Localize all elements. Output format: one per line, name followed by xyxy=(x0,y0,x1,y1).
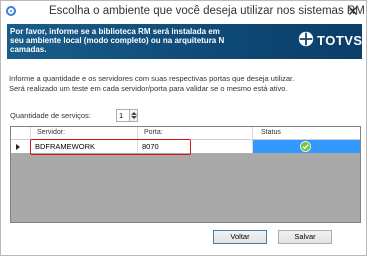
header-banner: Por favor, informe se a biblioteca RM se… xyxy=(7,24,362,59)
save-button[interactable]: Salvar xyxy=(278,230,332,244)
instruction-line-1: Informe a quantidade e os servidores com… xyxy=(9,74,295,83)
back-button[interactable]: Voltar xyxy=(213,230,267,244)
title-bar: Escolha o ambiente que você deseja utili… xyxy=(1,1,366,23)
stepper-down-icon[interactable] xyxy=(131,116,137,119)
window-title: Escolha o ambiente que você deseja utili… xyxy=(49,5,365,17)
row-selector[interactable] xyxy=(11,140,31,153)
stepper-up-icon[interactable] xyxy=(131,112,137,115)
quantity-label: Quantidade de serviços: xyxy=(10,111,91,120)
logo-text: TOTVS xyxy=(317,33,363,48)
close-button[interactable]: ✕ xyxy=(344,3,362,19)
cell-status[interactable] xyxy=(253,140,360,153)
column-header-servidor[interactable]: Servidor: xyxy=(31,127,138,139)
banner-message: Por favor, informe se a biblioteca RM se… xyxy=(10,27,225,54)
column-header-porta[interactable]: Porta: xyxy=(138,127,253,139)
dialog-window: Escolha o ambiente que você deseja utili… xyxy=(0,0,367,256)
column-header-status[interactable]: Status xyxy=(253,127,360,139)
app-icon xyxy=(6,6,16,16)
quantity-stepper[interactable] xyxy=(129,109,138,122)
row-header-corner xyxy=(11,127,31,139)
check-circle-icon xyxy=(300,141,311,152)
highlight-annotation xyxy=(30,139,191,155)
totvs-logo-icon xyxy=(298,31,314,47)
current-row-arrow-icon xyxy=(16,144,20,150)
instruction-line-2: Será realizado um teste em cada servidor… xyxy=(9,84,288,93)
instructions: Informe a quantidade e os servidores com… xyxy=(9,74,349,94)
